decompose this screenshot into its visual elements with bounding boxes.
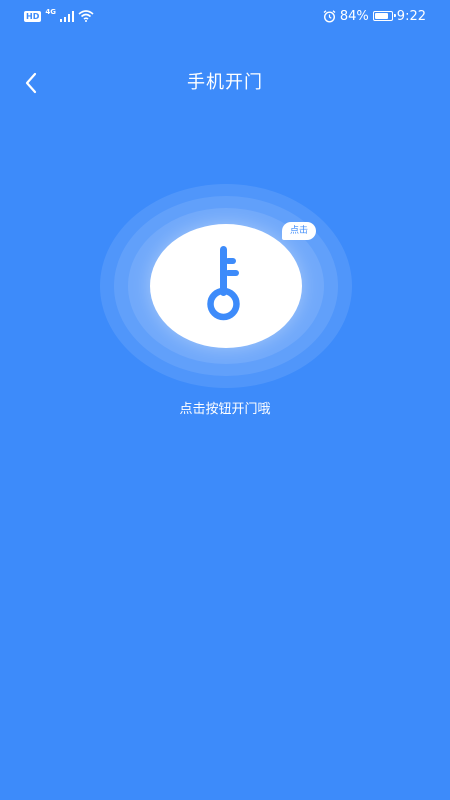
battery-level-fill: [374, 13, 388, 19]
network-type-label: 4G: [45, 8, 56, 16]
status-left: HD 4G: [24, 8, 94, 24]
status-right: 84% 9:22: [323, 7, 426, 25]
hd-badge: HD: [24, 10, 42, 22]
signal-icon: [59, 10, 74, 22]
unlock-key-button[interactable]: [150, 224, 302, 348]
alarm-icon: [323, 9, 336, 23]
key-unlock-area: 点击: [100, 184, 352, 388]
tap-hint-bubble: 点击: [282, 222, 317, 240]
key-icon: [207, 246, 240, 321]
clock: 9:22: [396, 8, 426, 24]
wifi-icon: [78, 10, 94, 22]
status-bar: HD 4G 84% 9:22: [0, 0, 450, 32]
unlock-hint-text: 点击按钮开门哦: [179, 402, 271, 417]
header: 手机开门: [0, 60, 450, 106]
page-title: 手机开门: [187, 72, 263, 93]
battery-percent: 84%: [339, 8, 369, 24]
battery-icon: [372, 11, 396, 21]
